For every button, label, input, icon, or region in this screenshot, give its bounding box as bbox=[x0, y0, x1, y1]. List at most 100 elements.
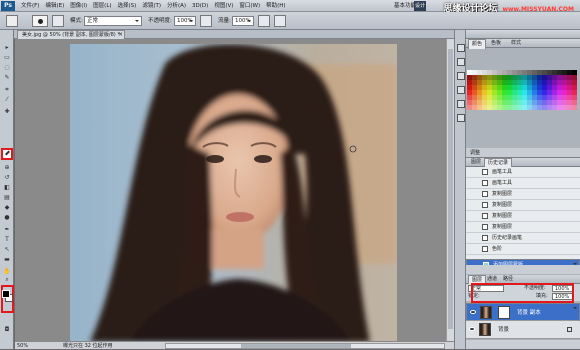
tab-layers-mini[interactable]: 图层 bbox=[468, 158, 484, 167]
quick-mask-icon[interactable]: ◘ bbox=[3, 326, 11, 333]
tool-preset-icon[interactable] bbox=[6, 15, 18, 27]
history-step-icon bbox=[482, 213, 488, 219]
history-item[interactable]: 复制图层 bbox=[466, 189, 580, 200]
history-item[interactable]: 复制图层 bbox=[466, 200, 580, 211]
history-step-icon bbox=[482, 224, 488, 230]
close-icon[interactable]: × bbox=[118, 31, 123, 38]
options-bar: 模式: 正常 不透明度: 100% 流量: 100% bbox=[0, 12, 580, 30]
history-item[interactable]: 复制图层 bbox=[466, 211, 580, 222]
histogram-icon[interactable] bbox=[457, 58, 465, 66]
shape-tool-icon[interactable]: ▬ bbox=[3, 256, 11, 263]
canvas-vertical-scrollbar[interactable] bbox=[446, 39, 454, 341]
brush-tool-icon[interactable] bbox=[1, 148, 13, 160]
tab-color[interactable]: 颜色 bbox=[468, 39, 487, 49]
eyedropper-tool-icon[interactable]: ⁄ bbox=[3, 96, 11, 103]
tab-swatches[interactable]: 色板 bbox=[488, 39, 504, 48]
dodge-tool-icon[interactable]: ● bbox=[3, 214, 11, 221]
menu-list: 文件(F) 编辑(E) 图像(I) 图层(L) 选择(S) 滤镜(T) 分析(A… bbox=[18, 0, 289, 12]
lasso-tool-icon[interactable]: ◌ bbox=[3, 64, 11, 71]
info-icon[interactable] bbox=[457, 72, 465, 80]
layer-mask-thumbnail[interactable] bbox=[498, 306, 510, 319]
brush-panel-icon[interactable] bbox=[457, 86, 465, 94]
mode-label: 模式: bbox=[70, 18, 83, 24]
swatch-cell[interactable] bbox=[572, 105, 577, 110]
eraser-tool-icon[interactable]: ◧ bbox=[3, 184, 11, 191]
menu-help[interactable]: 帮助(H) bbox=[263, 0, 288, 12]
eye-icon[interactable] bbox=[470, 310, 476, 314]
history-item-label: 画笔工具 bbox=[492, 180, 513, 186]
history-step-icon bbox=[482, 246, 488, 252]
menu-window[interactable]: 窗口(W) bbox=[236, 0, 263, 12]
history-footer bbox=[466, 265, 580, 274]
eye-icon[interactable] bbox=[469, 327, 475, 331]
foreground-color-swatch[interactable] bbox=[2, 290, 10, 298]
menu-view[interactable]: 视图(V) bbox=[211, 0, 236, 12]
marquee-tool-icon[interactable]: ▭ bbox=[3, 54, 11, 61]
flow-label: 流量: bbox=[218, 18, 231, 24]
clone-tool-icon[interactable]: ⊕ bbox=[3, 164, 11, 171]
mode-select[interactable]: 正常 bbox=[84, 16, 142, 26]
flow-field[interactable]: 100% bbox=[232, 16, 254, 26]
menu-select[interactable]: 选择(S) bbox=[115, 0, 140, 12]
layer-thumbnail bbox=[479, 323, 491, 336]
history-item[interactable]: 画笔工具 bbox=[466, 178, 580, 189]
menu-file[interactable]: 文件(F) bbox=[18, 0, 42, 12]
history-step-icon bbox=[482, 202, 488, 208]
history-item-label: 复制图层 bbox=[492, 213, 513, 219]
navigator-icon[interactable] bbox=[457, 44, 465, 52]
quick-select-icon[interactable]: ✎ bbox=[3, 74, 11, 81]
layer-row-background-copy[interactable]: 背景 副本 bbox=[466, 303, 580, 321]
character-icon[interactable] bbox=[457, 114, 465, 122]
canvas-area[interactable] bbox=[15, 39, 446, 341]
history-item-label: 历史纪录画笔 bbox=[492, 235, 523, 241]
layer-name: 背景 bbox=[498, 327, 510, 333]
healing-tool-icon[interactable]: ✚ bbox=[3, 108, 11, 115]
brush-preset-picker[interactable] bbox=[32, 15, 48, 27]
pen-tool-icon[interactable]: ✒ bbox=[3, 226, 11, 233]
airbrush-icon[interactable] bbox=[258, 15, 270, 27]
menu-filter[interactable]: 滤镜(T) bbox=[139, 0, 164, 12]
status-bar: 50% 曝光只在 32 位起作用 bbox=[15, 341, 454, 349]
lock-icon bbox=[567, 327, 572, 332]
history-item[interactable]: 色阶 bbox=[466, 244, 580, 255]
tab-adjustments[interactable]: 调整 bbox=[470, 148, 480, 158]
menu-edit[interactable]: 编辑(E) bbox=[42, 0, 67, 12]
move-tool-icon[interactable]: ▸ bbox=[3, 44, 11, 51]
opacity-label: 不透明度: bbox=[148, 18, 172, 24]
crop-tool-icon[interactable]: ⌗ bbox=[3, 86, 11, 93]
layer-row-background[interactable]: 背景 bbox=[466, 321, 580, 339]
history-item-label: 复制图层 bbox=[492, 224, 513, 230]
workspace-design[interactable]: 设计 bbox=[414, 1, 426, 11]
swatch-grid[interactable] bbox=[467, 70, 579, 110]
history-brush-icon[interactable]: ↺ bbox=[3, 174, 11, 181]
top-panel-header bbox=[466, 30, 580, 39]
history-item[interactable]: 复制图层 bbox=[466, 222, 580, 233]
layer-highlight-box bbox=[471, 283, 574, 303]
hand-tool-icon[interactable]: ✋ bbox=[3, 268, 11, 275]
brush-panel-icon[interactable] bbox=[52, 15, 64, 27]
opacity-field[interactable]: 100% bbox=[174, 16, 196, 26]
clone-source-icon[interactable] bbox=[457, 100, 465, 108]
tab-styles[interactable]: 样式 bbox=[508, 39, 524, 48]
zoom-tool-icon[interactable]: ⌕ bbox=[3, 276, 11, 283]
pressure-opacity-icon[interactable] bbox=[200, 15, 212, 27]
workspace-basic[interactable]: 基本功能 bbox=[394, 0, 416, 12]
photoshop-logo: Ps bbox=[1, 1, 15, 11]
gradient-tool-icon[interactable]: ▤ bbox=[3, 194, 11, 201]
color-panel-header: 颜色 色板 样式 bbox=[466, 39, 580, 49]
menu-layer[interactable]: 图层(L) bbox=[90, 0, 114, 12]
pressure-size-icon[interactable] bbox=[274, 15, 286, 27]
history-item[interactable]: 画笔工具 bbox=[466, 167, 580, 178]
blur-tool-icon[interactable]: ◆ bbox=[3, 204, 11, 211]
panel-icon-strip bbox=[454, 30, 466, 349]
menu-analysis[interactable]: 分析(A) bbox=[164, 0, 189, 12]
history-item[interactable]: 历史纪录画笔 bbox=[466, 233, 580, 244]
history-item-label: 画笔工具 bbox=[492, 169, 513, 175]
canvas-horizontal-scrollbar[interactable] bbox=[165, 343, 445, 349]
history-step-icon bbox=[482, 235, 488, 241]
menu-image[interactable]: 图像(I) bbox=[67, 0, 90, 12]
type-tool-icon[interactable]: T bbox=[3, 236, 11, 243]
path-select-icon[interactable]: ↖ bbox=[3, 246, 11, 253]
history-item-label: 复制图层 bbox=[492, 202, 513, 208]
menu-3d[interactable]: 3D(D) bbox=[189, 0, 211, 12]
